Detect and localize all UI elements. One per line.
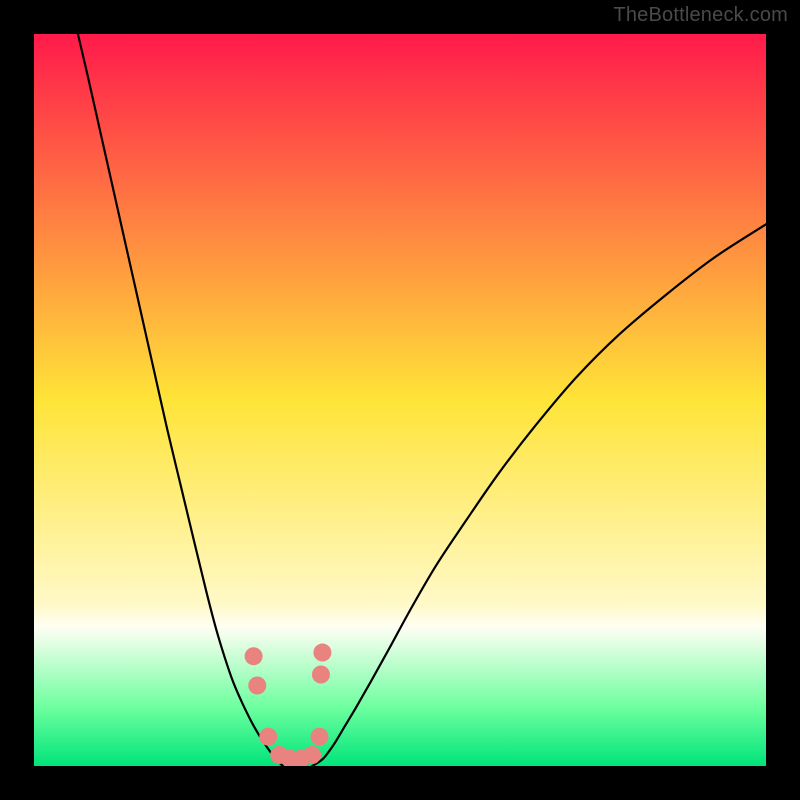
watermark-text: TheBottleneck.com xyxy=(613,4,788,27)
plot-background xyxy=(34,34,766,766)
highlight-dot xyxy=(312,666,330,684)
chart-frame: TheBottleneck.com xyxy=(0,0,800,800)
highlight-dot xyxy=(259,728,277,746)
highlight-dot xyxy=(313,644,331,662)
highlight-dot xyxy=(248,676,266,694)
chart-plot xyxy=(0,0,800,800)
highlight-dot xyxy=(310,728,328,746)
highlight-dot xyxy=(303,746,321,764)
highlight-dot xyxy=(245,647,263,665)
